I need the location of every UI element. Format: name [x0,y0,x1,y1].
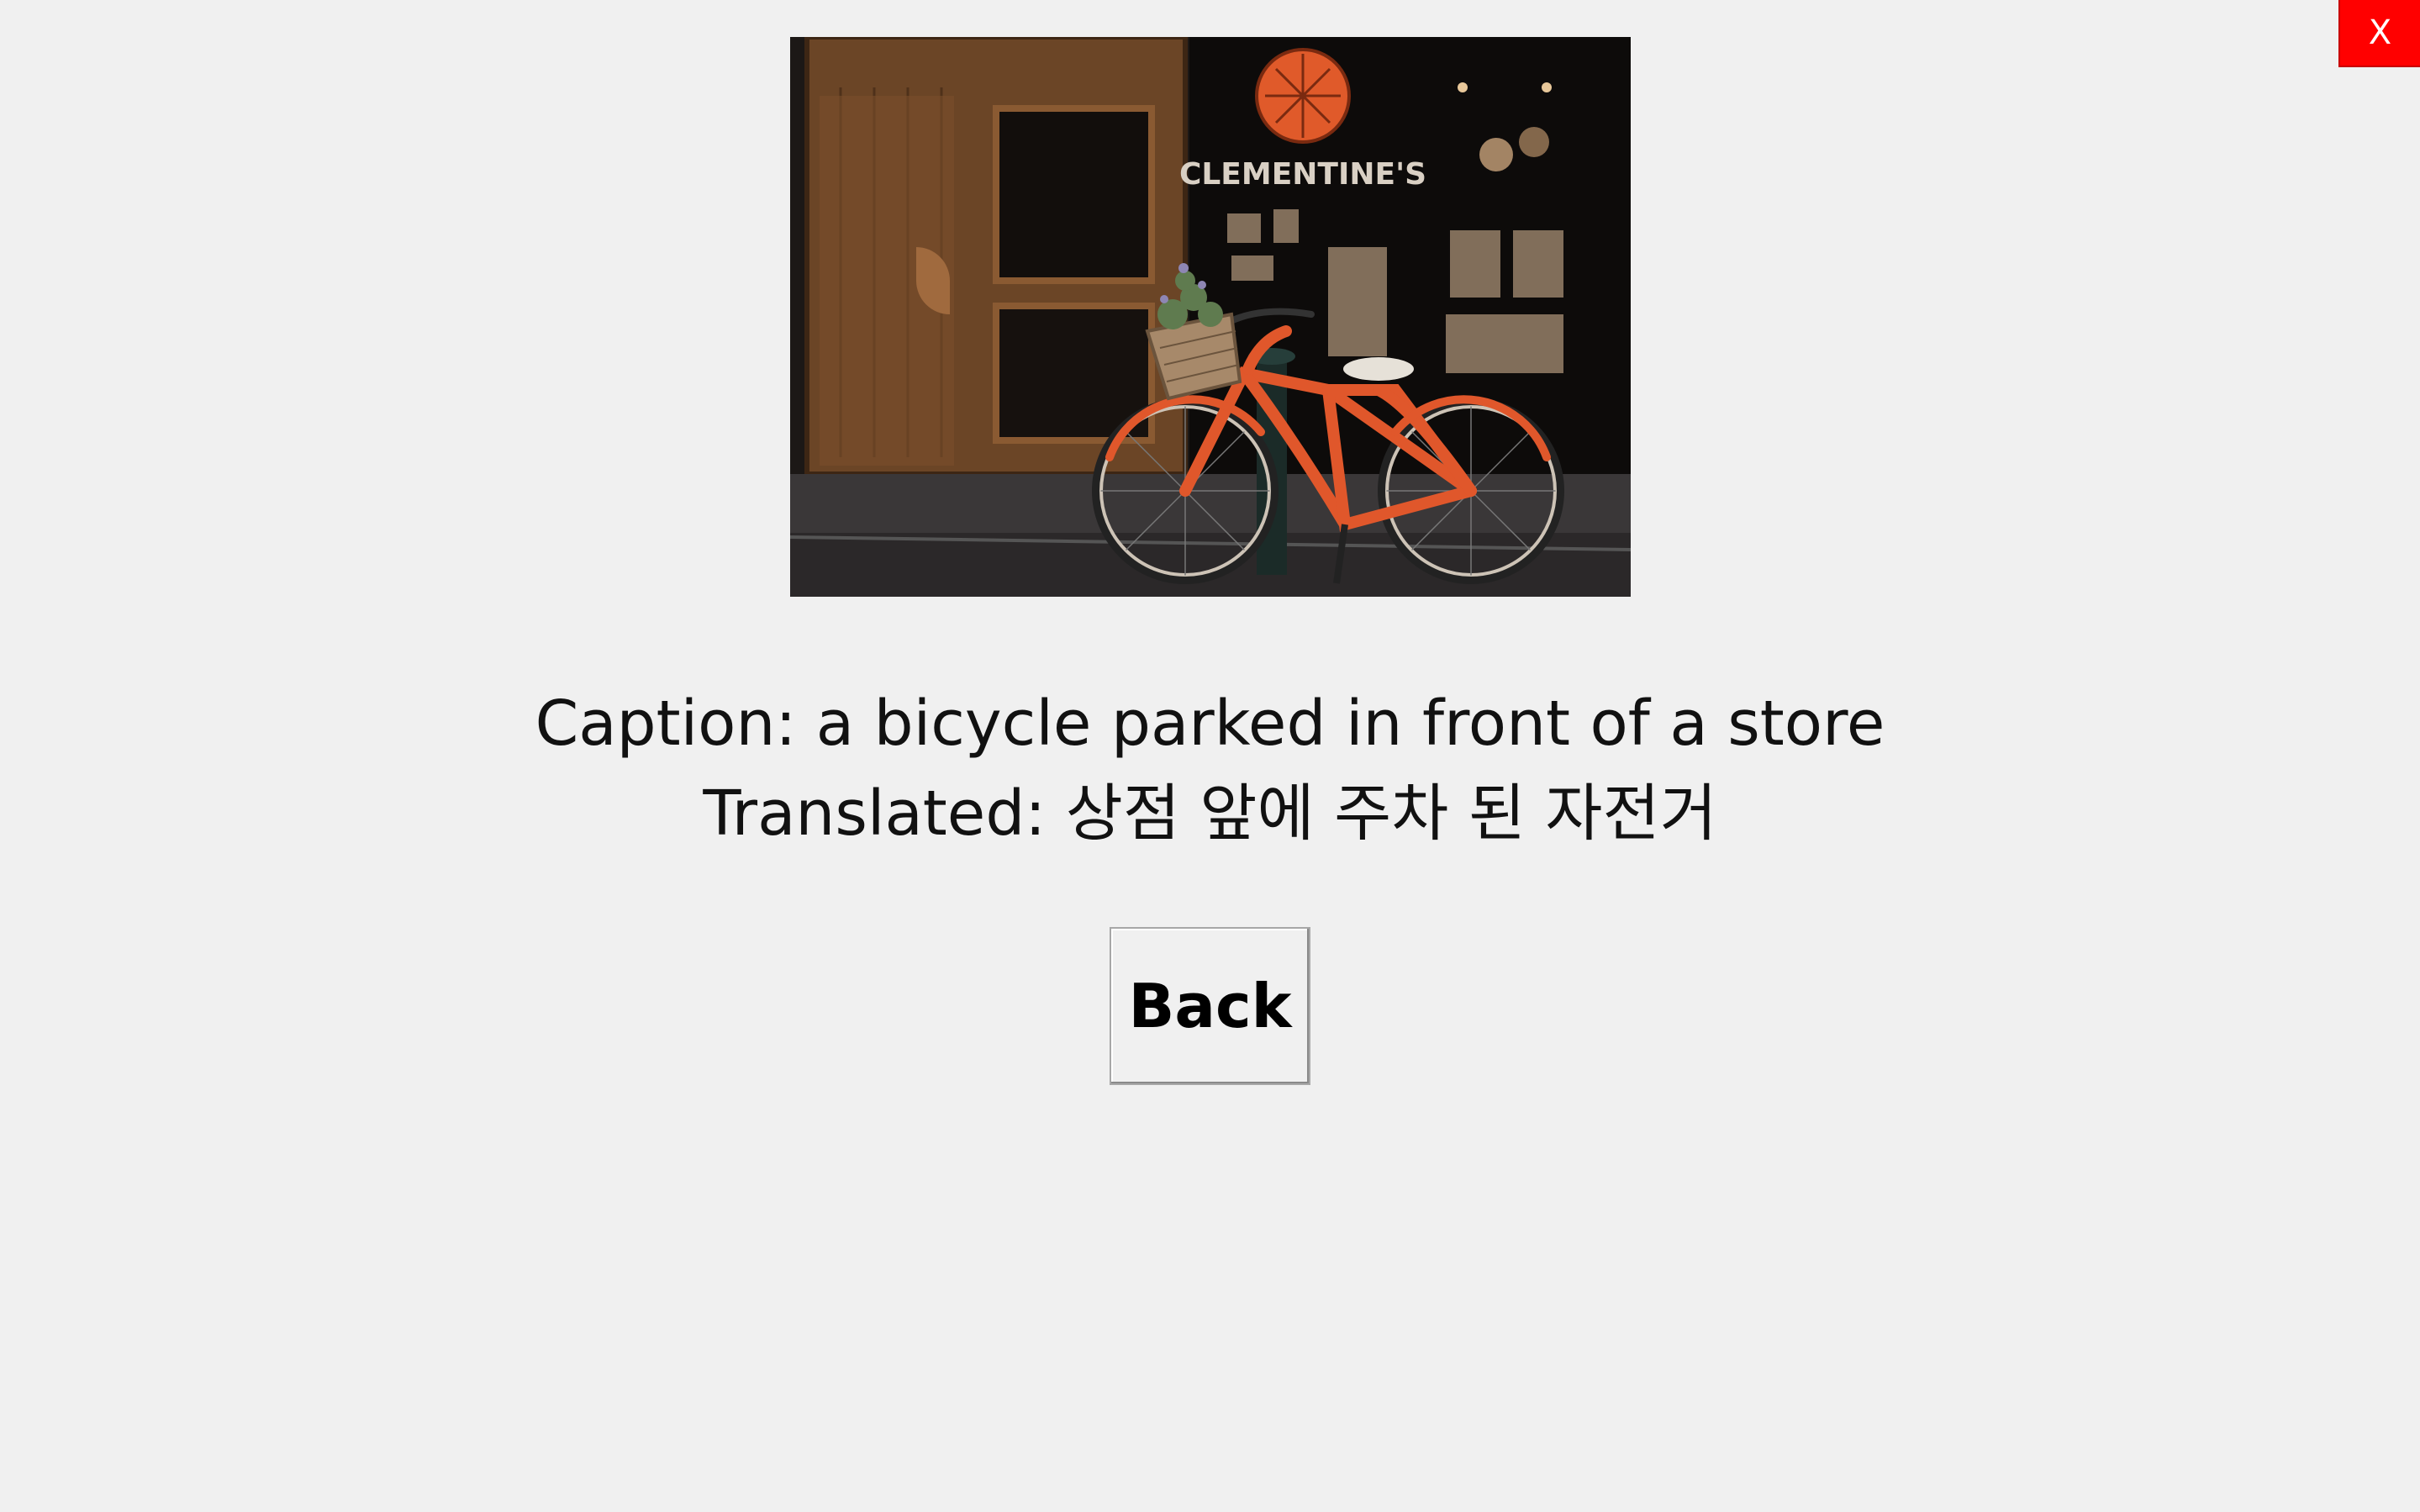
translated-caption: Translated: 상점 앞에 주차 된 자전거 [703,777,1717,850]
caption-result-window: X CLEMENTINE'S Caption: a bicycle parked… [0,0,2420,1512]
english-caption: Caption: a bicycle parked in front of a … [535,688,1885,760]
bicycle-photo: CLEMENTINE'S [790,37,1631,597]
back-button[interactable]: Back [1110,927,1310,1085]
svg-text:CLEMENTINE'S: CLEMENTINE'S [1179,157,1426,192]
close-button[interactable]: X [2338,0,2420,67]
caption-text-block: Caption: a bicycle parked in front of a … [0,679,2420,859]
